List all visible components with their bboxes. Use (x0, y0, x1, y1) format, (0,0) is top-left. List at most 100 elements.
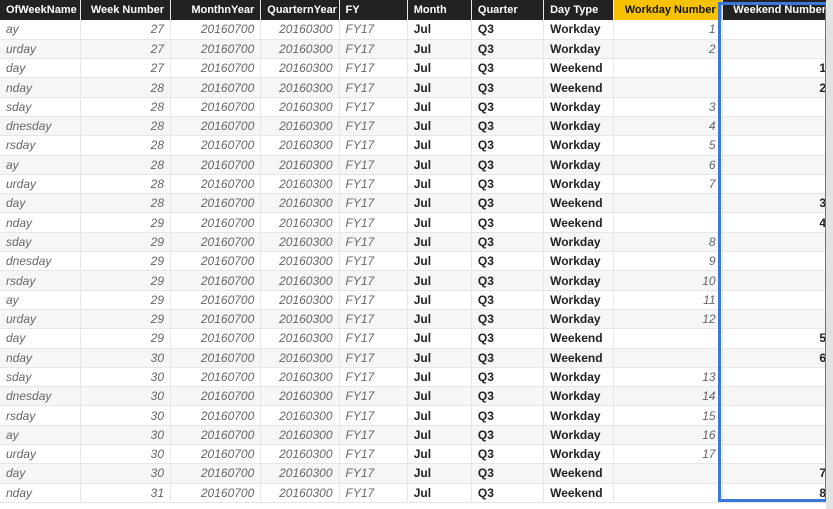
column-header-fy[interactable]: FY (339, 0, 407, 20)
cell-weekNumber[interactable]: 29 (80, 309, 170, 328)
table-row[interactable]: nday312016070020160300FY17JulQ3Weekend8 (0, 483, 833, 502)
column-header-monthnYear[interactable]: MonthnYear (171, 0, 261, 20)
cell-quarter[interactable]: Q3 (471, 213, 543, 232)
cell-quarter[interactable]: Q3 (471, 155, 543, 174)
cell-fy[interactable]: FY17 (339, 387, 407, 406)
cell-dayOfWeekName[interactable]: day (0, 194, 80, 213)
cell-dayOfWeekName[interactable]: dnesday (0, 252, 80, 271)
cell-dayOfWeekName[interactable]: urday (0, 309, 80, 328)
cell-dayType[interactable]: Workday (544, 445, 614, 464)
cell-quarter[interactable]: Q3 (471, 20, 543, 39)
cell-quarternYear[interactable]: 20160300 (261, 194, 339, 213)
table-row[interactable]: dnesday302016070020160300FY17JulQ3Workda… (0, 387, 833, 406)
data-grid[interactable]: OfWeekNameWeek NumberMonthnYearQuarternY… (0, 0, 833, 509)
cell-weekNumber[interactable]: 28 (80, 116, 170, 135)
cell-month[interactable]: Jul (407, 20, 471, 39)
column-header-dayOfWeekName[interactable]: OfWeekName (0, 0, 80, 20)
cell-dayType[interactable]: Workday (544, 174, 614, 193)
cell-weekendNumber[interactable]: 8 (722, 483, 832, 502)
cell-workdayNumber[interactable]: 4 (614, 116, 722, 135)
cell-weekendNumber[interactable] (722, 425, 832, 444)
cell-quarter[interactable]: Q3 (471, 329, 543, 348)
cell-quarternYear[interactable]: 20160300 (261, 136, 339, 155)
table-row[interactable]: rsday282016070020160300FY17JulQ3Workday5 (0, 136, 833, 155)
cell-dayType[interactable]: Workday (544, 290, 614, 309)
cell-weekNumber[interactable]: 28 (80, 194, 170, 213)
cell-weekendNumber[interactable] (722, 387, 832, 406)
cell-monthnYear[interactable]: 20160700 (171, 290, 261, 309)
cell-weekNumber[interactable]: 29 (80, 271, 170, 290)
cell-monthnYear[interactable]: 20160700 (171, 483, 261, 502)
cell-weekendNumber[interactable] (722, 367, 832, 386)
cell-fy[interactable]: FY17 (339, 425, 407, 444)
cell-month[interactable]: Jul (407, 39, 471, 58)
table-row[interactable]: day272016070020160300FY17JulQ3Weekend1 (0, 59, 833, 78)
cell-dayType[interactable]: Workday (544, 271, 614, 290)
cell-dayType[interactable]: Workday (544, 387, 614, 406)
cell-fy[interactable]: FY17 (339, 252, 407, 271)
cell-quarter[interactable]: Q3 (471, 387, 543, 406)
cell-quarternYear[interactable]: 20160300 (261, 367, 339, 386)
cell-monthnYear[interactable]: 20160700 (171, 116, 261, 135)
table-row[interactable]: ay272016070020160300FY17JulQ3Workday1 (0, 20, 833, 39)
cell-monthnYear[interactable]: 20160700 (171, 309, 261, 328)
cell-weekendNumber[interactable]: 6 (722, 348, 832, 367)
cell-weekendNumber[interactable] (722, 136, 832, 155)
cell-quarternYear[interactable]: 20160300 (261, 445, 339, 464)
cell-fy[interactable]: FY17 (339, 348, 407, 367)
cell-fy[interactable]: FY17 (339, 329, 407, 348)
cell-fy[interactable]: FY17 (339, 309, 407, 328)
cell-dayOfWeekName[interactable]: day (0, 59, 80, 78)
cell-quarter[interactable]: Q3 (471, 309, 543, 328)
table-row[interactable]: sday292016070020160300FY17JulQ3Workday8 (0, 232, 833, 251)
cell-workdayNumber[interactable]: 1 (614, 20, 722, 39)
cell-dayOfWeekName[interactable]: sday (0, 97, 80, 116)
cell-monthnYear[interactable]: 20160700 (171, 59, 261, 78)
table-body[interactable]: ay272016070020160300FY17JulQ3Workday1 urd… (0, 20, 833, 502)
cell-weekendNumber[interactable] (722, 271, 832, 290)
cell-weekNumber[interactable]: 29 (80, 232, 170, 251)
cell-workdayNumber[interactable]: 13 (614, 367, 722, 386)
cell-dayType[interactable]: Workday (544, 406, 614, 425)
cell-dayType[interactable]: Weekend (544, 59, 614, 78)
cell-workdayNumber[interactable]: 3 (614, 97, 722, 116)
cell-workdayNumber[interactable]: 9 (614, 252, 722, 271)
table-row[interactable]: dnesday282016070020160300FY17JulQ3Workda… (0, 116, 833, 135)
cell-monthnYear[interactable]: 20160700 (171, 252, 261, 271)
cell-month[interactable]: Jul (407, 174, 471, 193)
table-row[interactable]: nday292016070020160300FY17JulQ3Weekend4 (0, 213, 833, 232)
table-row[interactable]: dnesday292016070020160300FY17JulQ3Workda… (0, 252, 833, 271)
cell-month[interactable]: Jul (407, 97, 471, 116)
cell-month[interactable]: Jul (407, 194, 471, 213)
cell-workdayNumber[interactable] (614, 348, 722, 367)
cell-quarter[interactable]: Q3 (471, 483, 543, 502)
cell-month[interactable]: Jul (407, 309, 471, 328)
cell-weekNumber[interactable]: 30 (80, 445, 170, 464)
table-row[interactable]: rsday302016070020160300FY17JulQ3Workday1… (0, 406, 833, 425)
cell-quarter[interactable]: Q3 (471, 39, 543, 58)
cell-workdayNumber[interactable] (614, 329, 722, 348)
cell-dayOfWeekName[interactable]: rsday (0, 271, 80, 290)
cell-quarternYear[interactable]: 20160300 (261, 78, 339, 97)
table-row[interactable]: sday282016070020160300FY17JulQ3Workday3 (0, 97, 833, 116)
cell-weekendNumber[interactable]: 3 (722, 194, 832, 213)
cell-weekNumber[interactable]: 27 (80, 59, 170, 78)
cell-weekNumber[interactable]: 30 (80, 406, 170, 425)
cell-month[interactable]: Jul (407, 290, 471, 309)
cell-monthnYear[interactable]: 20160700 (171, 213, 261, 232)
cell-dayType[interactable]: Workday (544, 116, 614, 135)
table-row[interactable]: nday302016070020160300FY17JulQ3Weekend6 (0, 348, 833, 367)
cell-weekNumber[interactable]: 29 (80, 329, 170, 348)
cell-monthnYear[interactable]: 20160700 (171, 367, 261, 386)
cell-monthnYear[interactable]: 20160700 (171, 445, 261, 464)
cell-workdayNumber[interactable]: 12 (614, 309, 722, 328)
cell-quarternYear[interactable]: 20160300 (261, 20, 339, 39)
cell-fy[interactable]: FY17 (339, 464, 407, 483)
cell-workdayNumber[interactable] (614, 194, 722, 213)
cell-weekendNumber[interactable] (722, 116, 832, 135)
cell-weekendNumber[interactable] (722, 155, 832, 174)
cell-weekendNumber[interactable] (722, 252, 832, 271)
table-header[interactable]: OfWeekNameWeek NumberMonthnYearQuarternY… (0, 0, 833, 20)
cell-workdayNumber[interactable]: 16 (614, 425, 722, 444)
cell-month[interactable]: Jul (407, 425, 471, 444)
